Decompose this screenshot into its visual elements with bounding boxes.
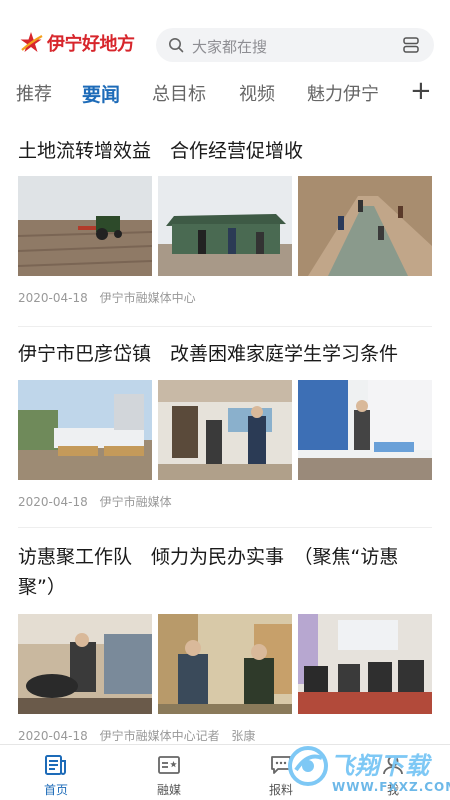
article-date: 2020-04-18 [18,291,88,305]
article-thumbnails[interactable] [18,176,432,276]
tab-video[interactable]: 视频 [239,80,275,106]
article-title[interactable]: 伊宁市巴彦岱镇 改善困难家庭学生学习条件 [18,339,434,369]
stove-kitchen-photo[interactable] [18,614,152,714]
article-date: 2020-04-18 [18,729,88,743]
article-divider [18,527,432,528]
nav-media[interactable]: 融媒 [124,745,214,800]
search-icon [169,38,184,53]
courtyard-desks-photo[interactable] [18,380,152,480]
add-tab-icon[interactable]: + [410,76,432,106]
tab-headlines[interactable]: 要闻 [82,80,120,107]
nav-home[interactable]: 首页 [11,745,101,800]
article-divider [18,326,432,327]
download-site-watermark: 飞翔下载 WWW.FXXZ.COM [282,738,450,800]
family-room-photo[interactable] [298,614,432,714]
tab-recommend[interactable]: 推荐 [16,80,52,106]
article-title[interactable]: 土地流转增效益 合作经营促增收 [18,136,434,166]
irrigation-ditch-photo[interactable] [298,176,432,276]
watermark-text: 飞翔下载 [330,752,430,780]
watermark-url: WWW.FXXZ.COM [332,780,450,794]
article-meta: 2020-04-18 伊宁市融媒体 [18,493,180,510]
student-study-room-photo[interactable] [298,380,432,480]
article-thumbnails[interactable] [18,614,432,714]
greenhouse-workers-photo[interactable] [158,176,292,276]
article-title[interactable]: 访惠聚工作队 倾力为民办实事 （聚焦“访惠聚”） [18,542,434,602]
category-tabs: 推荐 要闻 总目标 视频 魅力伊宁 + [0,74,450,116]
scan-icon[interactable] [402,36,420,54]
app-logo[interactable]: 伊宁好地方 [18,30,135,56]
tractor-field-photo[interactable] [18,176,152,276]
logo-text: 伊宁好地方 [47,34,135,55]
tab-goals[interactable]: 总目标 [152,80,206,106]
home-doorway-visit-photo[interactable] [158,380,292,480]
nav-label: 融媒 [156,783,181,797]
shop-visit-photo[interactable] [158,614,292,714]
logo-star-icon [18,30,44,56]
article-meta: 2020-04-18 伊宁市融媒体中心记者 张康 [18,727,263,744]
media-card-icon [158,756,180,774]
article-date: 2020-04-18 [18,495,88,509]
article-source: 伊宁市融媒体 [99,495,172,509]
search-placeholder: 大家都在搜 [192,38,268,56]
nav-label: 首页 [43,783,68,797]
watermark-logo-icon [288,746,328,786]
article-thumbnails[interactable] [18,380,432,480]
article-source: 伊宁市融媒体中心 [99,291,196,305]
app-header: 伊宁好地方 大家都在搜 [0,0,450,70]
article-source: 伊宁市融媒体中心记者 [99,729,220,743]
article-author: 张康 [231,729,256,743]
search-bar[interactable]: 大家都在搜 [156,28,434,62]
article-meta: 2020-04-18 伊宁市融媒体中心 [18,289,204,306]
home-news-icon [45,755,66,775]
tab-charm-yining[interactable]: 魅力伊宁 [307,80,379,106]
